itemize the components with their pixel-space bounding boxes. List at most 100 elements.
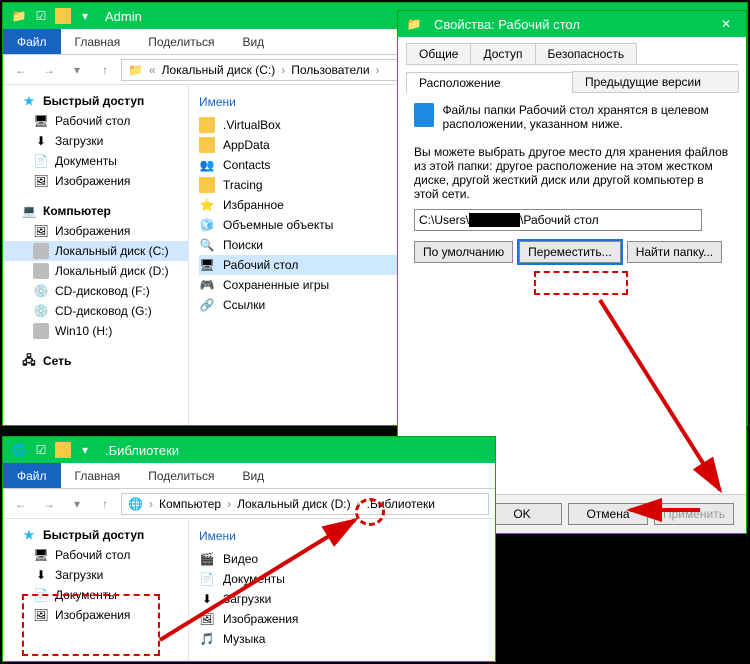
forward-button[interactable]: → [37,58,61,82]
tab-general[interactable]: Общие [406,43,471,64]
crumb-1[interactable]: Локальный диск (C:) [158,63,280,77]
folder-icon [199,177,215,193]
desktop-icon: 🖥 [199,257,215,273]
folder-icon [199,117,215,133]
item-documents[interactable]: 📄Документы [199,569,485,589]
nav-quick-access[interactable]: ★Быстрый доступ [3,91,188,111]
nav-quick-access[interactable]: ★Быстрый доступ [3,525,188,545]
explorer-window-libraries: 🌐 ☑ ▾ .Библиотеки Файл Главная Поделитьс… [2,436,496,662]
crumb-icon[interactable]: 📁 [124,63,147,77]
tab-home[interactable]: Главная [61,463,135,488]
nav-label: Документы [55,154,117,168]
link-icon: 🔗 [199,297,215,313]
nav-label: Рабочий стол [55,114,130,128]
nav-cd-f[interactable]: 💿CD-дисковод (F:) [3,281,188,301]
up-button[interactable]: ↑ [93,492,117,516]
picture-icon: 🖼 [33,223,49,239]
nav-label: Документы [55,588,117,602]
path-box[interactable]: 🌐 › Компьютер › Локальный диск (D:) › .Б… [121,493,489,515]
tab-location[interactable]: Расположение [406,72,573,93]
qat-check-icon[interactable]: ☑ [33,442,49,458]
qat-folder-icon[interactable] [55,8,71,24]
apply-button[interactable]: Применить [654,503,734,525]
tab-view[interactable]: Вид [228,29,278,54]
nav-cd-g[interactable]: 💿CD-дисковод (G:) [3,301,188,321]
item-downloads[interactable]: ⬇Загрузки [199,589,485,609]
disk-icon [33,323,49,339]
nav-pictures[interactable]: 🖼Изображения [3,171,188,191]
forward-button[interactable]: → [37,492,61,516]
item-video[interactable]: 🎬Видео [199,549,485,569]
item-label: Объемные объекты [223,218,333,232]
column-header[interactable]: Имени [199,525,485,549]
nav-documents[interactable]: 📄Документы [3,585,188,605]
default-button[interactable]: По умолчанию [414,241,513,263]
tab-file[interactable]: Файл [3,463,61,488]
tab-file[interactable]: Файл [3,29,61,54]
nav-label: Рабочий стол [55,548,130,562]
music-icon: 🎵 [199,631,215,647]
cd-icon: 💿 [33,303,49,319]
tab-share[interactable]: Поделиться [134,463,228,488]
tab-sharing[interactable]: Доступ [470,43,535,64]
nav-computer[interactable]: 💻Компьютер [3,201,188,221]
game-icon: 🎮 [199,277,215,293]
move-button[interactable]: Переместить... [519,241,621,263]
nav-pane: ★Быстрый доступ 🖥Рабочий стол ⬇Загрузки … [3,85,189,425]
path-input[interactable] [414,209,702,231]
cancel-button[interactable]: Отмена [568,503,648,525]
star-icon: ★ [21,93,37,109]
nav-label: Win10 (H:) [55,324,112,338]
nav-downloads[interactable]: ⬇Загрузки [3,565,188,585]
crumb-3[interactable]: .Библиотеки [363,497,439,511]
close-button[interactable]: ✕ [706,11,746,37]
nav-downloads[interactable]: ⬇Загрузки [3,131,188,151]
crumb-sep: › [376,63,380,77]
crumb-icon[interactable]: 🌐 [124,497,147,511]
back-button[interactable]: ← [9,492,33,516]
nav-label: Изображения [55,224,130,238]
nav-label: CD-дисковод (F:) [55,284,150,298]
desc-text-2: Вы можете выбрать другое место для хране… [414,145,730,201]
nav-desktop[interactable]: 🖥Рабочий стол [3,545,188,565]
nav-pictures[interactable]: 🖼Изображения [3,605,188,625]
titlebar[interactable]: 🌐 ☑ ▾ .Библиотеки [3,437,495,463]
props-titlebar[interactable]: 📁 Свойства: Рабочий стол ✕ [398,11,746,37]
nav-pictures2[interactable]: 🖼 Изображения [3,221,188,241]
nav-pane: ★Быстрый доступ 🖥Рабочий стол ⬇Загрузки … [3,519,189,661]
crumb-1[interactable]: Компьютер [155,497,225,511]
up-button[interactable]: ↑ [93,58,117,82]
ribbon-tabs: Файл Главная Поделиться Вид [3,463,495,489]
tab-previous[interactable]: Предыдущие версии [572,71,739,92]
crumb-2[interactable]: Пользователи [287,63,373,77]
content-pane: Имени 🎬Видео 📄Документы ⬇Загрузки 🖼Изобр… [189,519,495,661]
tab-home[interactable]: Главная [61,29,135,54]
find-button[interactable]: Найти папку... [627,241,722,263]
nav-desktop[interactable]: 🖥Рабочий стол [3,111,188,131]
nav-disk-d[interactable]: Локальный диск (D:) [3,261,188,281]
tab-view[interactable]: Вид [228,463,278,488]
back-button[interactable]: ← [9,58,33,82]
app-icon: 📁 [11,8,27,24]
qat-dropdown-icon[interactable]: ▾ [77,442,93,458]
crumb-2[interactable]: Локальный диск (D:) [233,497,355,511]
nav-label: Изображения [55,174,130,188]
recent-dropdown[interactable]: ▾ [65,492,89,516]
qat-folder-icon[interactable] [55,442,71,458]
nav-network[interactable]: 🖧Сеть [3,351,188,371]
nav-documents[interactable]: 📄 Документы [3,151,188,171]
nav-disk-c[interactable]: Локальный диск (C:) [3,241,188,261]
qat-dropdown-icon[interactable]: ▾ [77,8,93,24]
props-title: Свойства: Рабочий стол [430,17,706,32]
folder-large-icon [414,103,434,127]
item-pictures[interactable]: 🖼Изображения [199,609,485,629]
tab-security[interactable]: Безопасность [535,43,638,64]
props-tabs-row1: Общие Доступ Безопасность [406,43,738,65]
tab-share[interactable]: Поделиться [134,29,228,54]
document-icon: 📄 [33,153,49,169]
network-icon: 🖧 [21,353,37,369]
nav-win10-h[interactable]: Win10 (H:) [3,321,188,341]
recent-dropdown[interactable]: ▾ [65,58,89,82]
item-music[interactable]: 🎵Музыка [199,629,485,649]
qat-check-icon[interactable]: ☑ [33,8,49,24]
